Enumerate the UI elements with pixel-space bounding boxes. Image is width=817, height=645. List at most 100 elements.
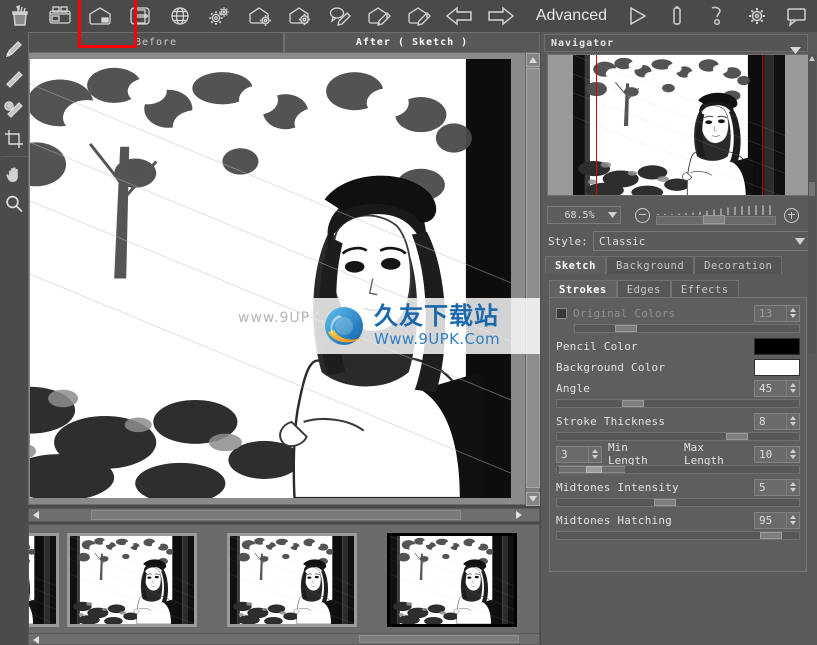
panel-scroll-track[interactable] [808,54,816,354]
panel-scroll-up-arrow[interactable] [808,54,816,62]
file-gear-icon[interactable] [240,0,280,32]
pencil-tool[interactable] [0,34,28,64]
watermark: 久友下载站 Www.9UPK.Com [310,298,540,354]
folder-pencil-icon[interactable] [400,0,440,32]
stroke-thickness-stepper[interactable]: 8 [754,412,800,430]
watermark-text: 久友下载站 Www.9UPK.Com [374,304,500,348]
pencil-color-swatch[interactable] [754,337,800,355]
midtones-hatching-label: Midtones Hatching [556,513,672,527]
list-item[interactable] [67,533,197,627]
list-item[interactable] [227,533,357,627]
zoom-slider-knob[interactable] [703,215,725,224]
slider-knob[interactable] [653,499,676,506]
save-file-icon[interactable] [80,0,120,32]
crop-tool[interactable] [0,124,28,154]
slider-knob[interactable] [760,532,783,539]
eraser-tool[interactable] [0,64,28,94]
arrow-right-icon[interactable] [480,0,520,32]
angle-stepper[interactable]: 45 [754,379,800,397]
print-icon[interactable] [120,0,160,32]
tab-background[interactable]: Background [605,256,695,274]
image-canvas[interactable] [28,52,540,506]
stepper-arrows-icon[interactable] [786,413,799,429]
zoom-slider-track[interactable] [656,215,776,225]
globe-icon[interactable] [160,0,200,32]
comment-pencil-icon[interactable] [320,0,360,32]
filmstrip-scroll-left-arrow[interactable] [30,635,42,645]
angle-slider[interactable] [556,399,800,408]
stepper-arrows-icon[interactable] [786,380,799,396]
history-brush-tool[interactable] [0,94,28,124]
tab-effects[interactable]: Effects [670,280,739,298]
tab-sketch[interactable]: Sketch [545,256,606,274]
minus-circle-icon[interactable] [635,207,650,223]
filmstrip-scrollbar[interactable] [28,633,540,645]
original-colors-stepper[interactable]: 13 [754,304,800,322]
file-pencil-icon[interactable] [360,0,400,32]
horizontal-scroll-thumb[interactable] [91,510,461,520]
stepper-arrows-icon[interactable] [786,479,799,495]
stepper-arrows-icon[interactable] [588,446,601,462]
max-length-stepper[interactable]: 10 [754,445,800,463]
length-range-slider[interactable] [556,465,800,474]
tab-decoration[interactable]: Decoration [694,256,783,274]
plus-circle-icon[interactable] [784,207,799,223]
original-colors-checkbox[interactable] [556,307,567,319]
battery-icon[interactable] [657,0,697,32]
comment-icon[interactable] [777,0,817,32]
list-item[interactable] [29,533,59,627]
folder-gear-icon[interactable] [280,0,320,32]
midtones-hatching-stepper[interactable]: 95 [754,511,800,529]
canvas-vertical-scrollbar[interactable] [525,53,540,506]
tab-strokes[interactable]: Strokes [549,280,617,298]
hand-tool[interactable] [0,159,28,189]
stepper-arrows-icon[interactable] [786,305,799,321]
open-folder-icon[interactable] [40,0,80,32]
filmstrip-scroll-thumb[interactable] [359,635,519,643]
panel-scroll-grip[interactable] [809,182,815,196]
sketch-preview [30,59,511,498]
properties-panel: Original Colors 13 Pencil Color Backgrou… [549,297,807,572]
min-length-stepper[interactable]: 3 [556,445,602,463]
zoom-slider[interactable] [656,205,776,225]
scroll-left-arrow[interactable] [30,510,42,520]
vertical-scroll-thumb[interactable] [526,68,540,488]
tab-edges[interactable]: Edges [616,280,671,298]
navigator-title: Navigator [551,37,615,49]
thumbnail-strip[interactable] [28,524,540,634]
slider-knob[interactable] [615,325,638,332]
panel-scrollbar[interactable] [808,54,816,354]
play-icon[interactable] [617,0,657,32]
scroll-right-arrow[interactable] [513,510,525,520]
list-item-selected[interactable] [387,533,517,627]
slider-knob[interactable] [726,433,749,440]
gear-icon[interactable] [737,0,777,32]
help-icon[interactable] [697,0,737,32]
midtones-intensity-slider[interactable] [556,498,800,507]
range-knob[interactable] [586,466,603,473]
midtones-hatching-slider[interactable] [556,531,800,540]
stroke-thickness-slider[interactable] [556,432,800,441]
navigator-thumbnail[interactable] [547,54,809,196]
slider-knob[interactable] [622,400,645,407]
scroll-down-arrow[interactable] [526,492,540,506]
pencil-cup-icon[interactable] [0,0,40,32]
sketch-image [30,59,511,498]
arrow-left-icon[interactable] [440,0,480,32]
application-window: Advanced Before After (Sketch) Navigat… [0,0,817,645]
scroll-up-arrow[interactable] [526,53,540,67]
tab-before[interactable]: Before [28,32,284,52]
style-select[interactable]: Classic [593,231,811,251]
stepper-arrows-icon[interactable] [786,446,799,462]
midtones-intensity-stepper[interactable]: 5 [754,478,800,496]
stepper-arrows-icon[interactable] [786,512,799,528]
canvas-horizontal-scrollbar[interactable] [28,508,540,522]
gears-icon[interactable] [200,0,240,32]
zoom-level-select[interactable]: 68.5% [547,206,621,224]
original-colors-slider[interactable] [574,324,800,333]
navigator-header[interactable]: Navigator [544,34,808,54]
background-color-row: Background Color [556,357,800,377]
zoom-tool[interactable] [0,189,28,219]
background-color-swatch[interactable] [754,358,800,376]
tab-after[interactable]: After ( Sketch ) [284,32,540,52]
